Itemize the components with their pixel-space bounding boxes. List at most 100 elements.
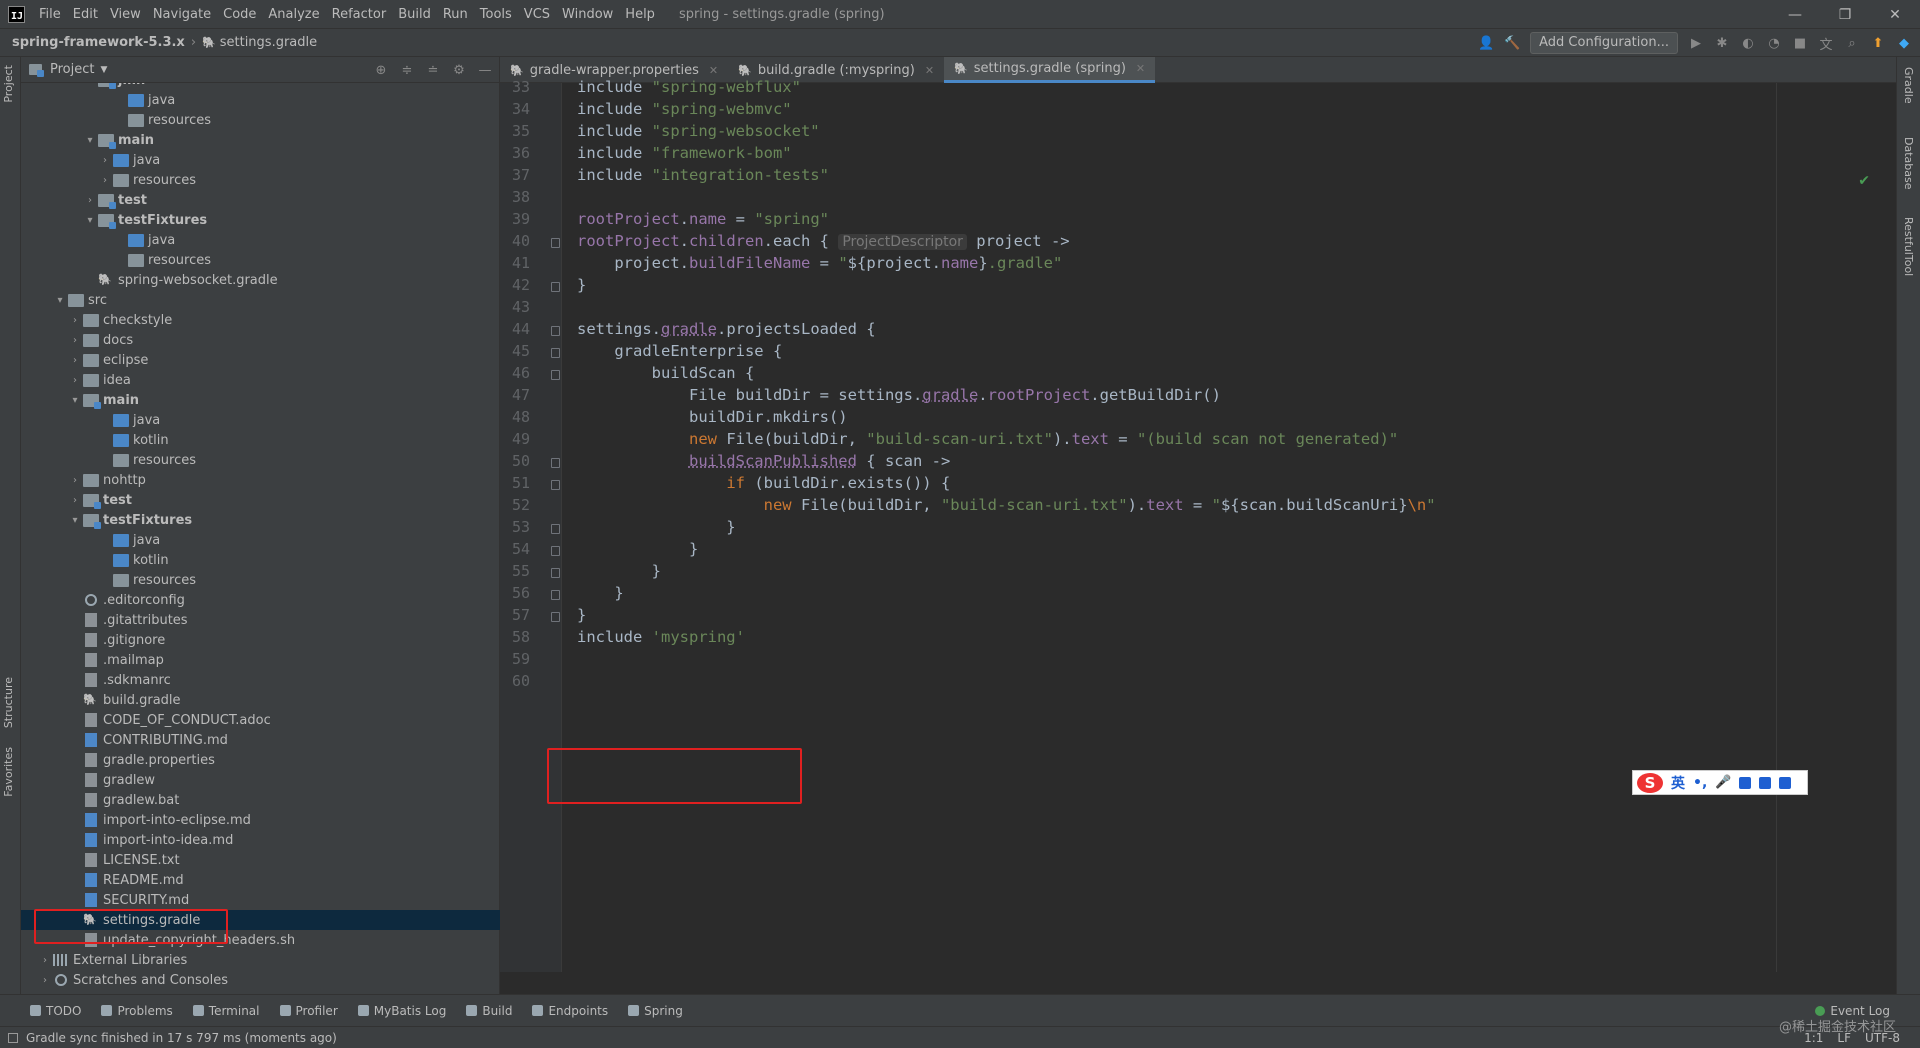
tree-item[interactable]: .gitignore (21, 630, 500, 650)
fold-marker-icon[interactable] (551, 458, 560, 468)
menu-window[interactable]: Window (556, 0, 619, 29)
line-number[interactable]: 36 (500, 144, 530, 162)
menu-edit[interactable]: Edit (67, 0, 104, 29)
plugin-icon[interactable]: ◆ (1896, 35, 1912, 51)
chevron-down-icon[interactable]: ▾ (82, 135, 98, 146)
menu-vcs[interactable]: VCS (518, 0, 556, 29)
tool-tab-todo[interactable]: TODO (20, 1004, 91, 1018)
search-icon[interactable]: ⌕ (1844, 35, 1860, 51)
tree-item[interactable]: java (21, 90, 500, 110)
ime-language[interactable]: 英 (1671, 773, 1685, 793)
line-number[interactable]: 48 (500, 408, 530, 426)
tool-tab-profiler[interactable]: Profiler (270, 1004, 348, 1018)
tree-item[interactable]: ▾ main (21, 130, 500, 150)
tree-item[interactable]: .editorconfig (21, 590, 500, 610)
chevron-right-icon[interactable]: › (67, 375, 83, 386)
chevron-right-icon[interactable]: › (67, 335, 83, 346)
tree-item[interactable]: .mailmap (21, 650, 500, 670)
code-editor[interactable]: include "spring-webflux" include "spring… (563, 78, 1896, 972)
tree-item[interactable]: 🐘 spring-websocket.gradle (21, 270, 500, 290)
tree-item[interactable]: .gitattributes (21, 610, 500, 630)
editor-tab[interactable]: 🐘 settings.gradle (spring) ✕ (944, 57, 1156, 83)
line-number[interactable]: 43 (500, 298, 530, 316)
tree-item[interactable]: java (21, 410, 500, 430)
tree-item[interactable]: resources (21, 570, 500, 590)
tree-item[interactable]: ▾ src (21, 290, 500, 310)
microphone-icon[interactable]: 🎤 (1715, 775, 1731, 790)
tree-item[interactable]: LICENSE.txt (21, 850, 500, 870)
chevron-down-icon[interactable]: ▾ (52, 295, 68, 306)
tool-tab-spring[interactable]: Spring (618, 1004, 693, 1018)
tree-item[interactable]: › nohttp (21, 470, 500, 490)
editor-scrollbar[interactable] (1882, 83, 1896, 972)
tree-item[interactable]: › Scratches and Consoles (21, 970, 500, 990)
fold-marker-icon[interactable] (551, 480, 560, 490)
chevron-right-icon[interactable]: › (67, 495, 83, 506)
keyboard-icon[interactable] (1739, 776, 1752, 789)
chevron-down-icon[interactable]: ▾ (67, 515, 83, 526)
tree-item[interactable]: gradlew.bat (21, 790, 500, 810)
menu-build[interactable]: Build (392, 0, 437, 29)
chevron-down-icon[interactable]: ▾ (82, 215, 98, 226)
user-icon[interactable]: 👤 (1478, 35, 1494, 51)
line-number[interactable]: 53 (500, 518, 530, 536)
user-voice-icon[interactable] (1759, 776, 1772, 789)
menu-tools[interactable]: Tools (474, 0, 518, 29)
line-number[interactable]: 45 (500, 342, 530, 360)
project-tool-tab[interactable]: Project (2, 65, 15, 103)
add-configuration-button[interactable]: Add Configuration... (1530, 32, 1678, 54)
line-number[interactable]: 57 (500, 606, 530, 624)
chevron-down-icon[interactable]: ▾ (82, 83, 98, 86)
profile-icon[interactable]: ◔ (1766, 35, 1782, 51)
close-tab-icon[interactable]: ✕ (1136, 62, 1145, 75)
line-number[interactable]: 47 (500, 386, 530, 404)
menu-analyze[interactable]: Analyze (262, 0, 325, 29)
tree-item[interactable]: import-into-idea.md (21, 830, 500, 850)
favorites-tool-tab[interactable]: Favorites (2, 747, 15, 797)
line-number[interactable]: 37 (500, 166, 530, 184)
breadcrumb-project[interactable]: spring-framework-5.3.x (0, 35, 185, 50)
line-number[interactable]: 41 (500, 254, 530, 272)
close-tab-icon[interactable]: ✕ (709, 64, 718, 77)
fold-marker-icon[interactable] (551, 238, 560, 248)
tree-item[interactable]: .sdkmanrc (21, 670, 500, 690)
tree-item[interactable]: › test (21, 190, 500, 210)
tree-item[interactable]: java (21, 530, 500, 550)
restfultool-tab[interactable]: RestfulTool (1902, 217, 1915, 276)
line-number[interactable]: 40 (500, 232, 530, 250)
debug-icon[interactable]: ✱ (1714, 35, 1730, 51)
tree-item[interactable]: › eclipse (21, 350, 500, 370)
gear-icon[interactable]: ⚙ (451, 62, 467, 78)
tree-item[interactable]: CODE_OF_CONDUCT.adoc (21, 710, 500, 730)
project-panel-title[interactable]: Project (50, 62, 94, 77)
database-tool-tab[interactable]: Database (1902, 137, 1915, 190)
breadcrumb-file[interactable]: 🐘 settings.gradle (202, 35, 317, 50)
menu-file[interactable]: File (33, 0, 67, 29)
status-message[interactable]: Gradle sync finished in 17 s 797 ms (mom… (26, 1031, 337, 1045)
chevron-right-icon[interactable]: › (67, 315, 83, 326)
chevron-right-icon[interactable]: › (67, 475, 83, 486)
tree-item[interactable]: ▾ testFixtures (21, 210, 500, 230)
tree-item[interactable]: SECURITY.md (21, 890, 500, 910)
line-number[interactable]: 50 (500, 452, 530, 470)
stop-icon[interactable]: ■ (1792, 35, 1808, 51)
tree-item[interactable]: › idea (21, 370, 500, 390)
line-number[interactable]: 38 (500, 188, 530, 206)
tree-item[interactable]: resources (21, 110, 500, 130)
fold-marker-icon[interactable] (551, 282, 560, 292)
tree-item[interactable]: gradlew (21, 770, 500, 790)
chevron-down-icon[interactable]: ▼ (100, 65, 107, 75)
fold-marker-icon[interactable] (551, 546, 560, 556)
line-number[interactable]: 54 (500, 540, 530, 558)
chevron-right-icon[interactable]: › (97, 155, 113, 166)
tree-item[interactable]: › External Libraries (21, 950, 500, 970)
structure-tool-tab[interactable]: Structure (2, 677, 15, 728)
fold-marker-icon[interactable] (551, 524, 560, 534)
fold-marker-icon[interactable] (551, 348, 560, 358)
tree-item[interactable]: › test (21, 490, 500, 510)
line-number[interactable]: 56 (500, 584, 530, 602)
chevron-right-icon[interactable]: › (82, 195, 98, 206)
chevron-right-icon[interactable]: › (67, 355, 83, 366)
update-icon[interactable]: ⬆ (1870, 35, 1886, 51)
tree-item[interactable]: › resources (21, 170, 500, 190)
